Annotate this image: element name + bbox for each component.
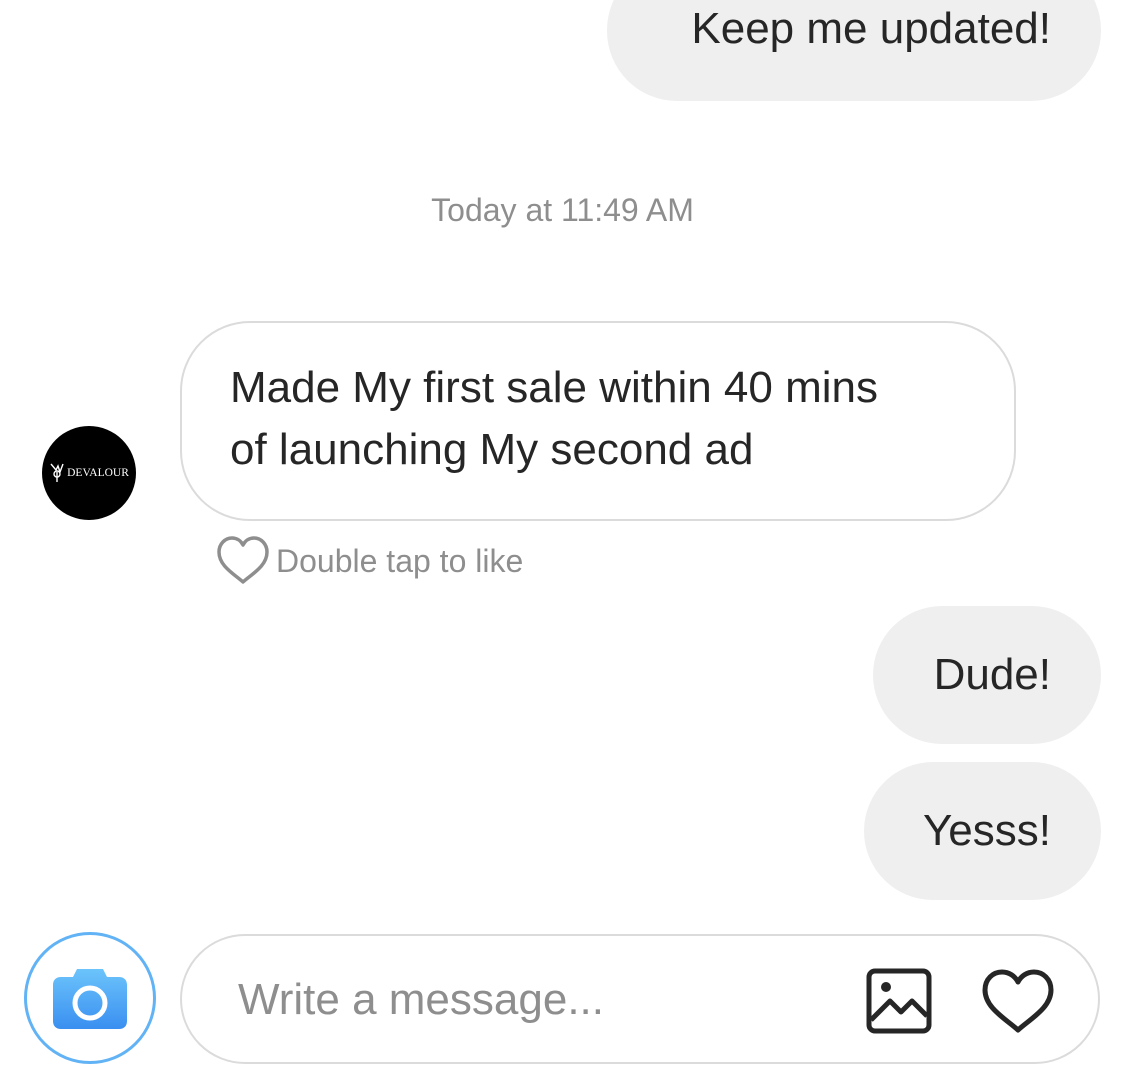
message-text: Keep me updated!: [691, 4, 1051, 53]
message-text-line: Made My first sale within 40 mins: [230, 363, 878, 412]
heart-icon: [982, 969, 1054, 1033]
camera-icon: [53, 969, 127, 1029]
outgoing-message[interactable]: Yesss!: [864, 762, 1101, 900]
double-tap-like-hint[interactable]: Double tap to like: [214, 534, 523, 588]
message-text: Yesss!: [922, 806, 1051, 855]
camera-button[interactable]: [24, 932, 156, 1064]
logo-wordmark: DEVALOUR: [67, 467, 129, 479]
message-composer: [180, 934, 1100, 1064]
send-like-button[interactable]: [978, 966, 1058, 1038]
incoming-message[interactable]: Made My first sale within 40 mins of lau…: [180, 321, 1016, 521]
devalour-logo: DEVALOUR: [50, 463, 129, 482]
message-timestamp: Today at 11:49 AM: [431, 192, 694, 228]
message-text: Dude!: [933, 650, 1051, 699]
outgoing-message[interactable]: Dude!: [873, 606, 1101, 744]
message-input[interactable]: [238, 964, 838, 1036]
outgoing-message[interactable]: Keep me updated!: [607, 0, 1101, 101]
gallery-button[interactable]: [864, 966, 934, 1036]
gallery-icon: [866, 968, 932, 1034]
heart-outline-icon: [217, 536, 269, 584]
message-text-line: of launching My second ad: [230, 425, 754, 474]
like-hint-text: Double tap to like: [276, 543, 524, 579]
sender-avatar[interactable]: DEVALOUR: [42, 426, 136, 520]
